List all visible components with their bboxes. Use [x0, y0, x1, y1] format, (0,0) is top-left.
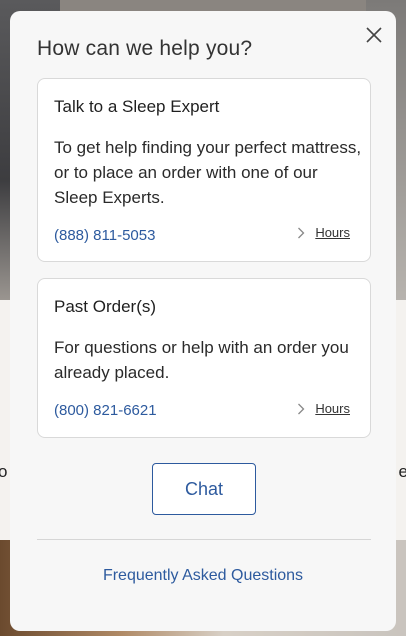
hours-label: Hours — [315, 225, 350, 240]
modal-title: How can we help you? — [37, 37, 253, 60]
hours-label: Hours — [315, 401, 350, 416]
divider — [37, 539, 371, 540]
phone-link[interactable]: (800) 821-6621 — [54, 402, 157, 419]
hours-toggle[interactable]: Hours — [297, 225, 350, 240]
chevron-right-icon — [298, 403, 305, 414]
chevron-right-icon — [298, 227, 305, 238]
close-icon — [366, 27, 382, 43]
card-title: Past Order(s) — [54, 297, 157, 316]
sleep-expert-card: Talk to a Sleep Expert To get help findi… — [37, 78, 371, 262]
background-text-fragment-right: e — [398, 462, 406, 481]
chat-button[interactable]: Chat — [152, 463, 256, 515]
card-description: To get help finding your perfect mattres… — [54, 138, 362, 207]
hours-toggle[interactable]: Hours — [297, 401, 350, 416]
help-modal: How can we help you? Talk to a Sleep Exp… — [10, 11, 396, 631]
card-title: Talk to a Sleep Expert — [54, 97, 220, 116]
faq-link[interactable]: Frequently Asked Questions — [10, 567, 396, 585]
past-orders-card: Past Order(s) For questions or help with… — [37, 278, 371, 438]
phone-link[interactable]: (888) 811-5053 — [54, 227, 155, 244]
card-description: For questions or help with an order you … — [54, 338, 349, 382]
close-button[interactable] — [362, 23, 386, 47]
background-text-fragment-left: o — [0, 462, 8, 481]
